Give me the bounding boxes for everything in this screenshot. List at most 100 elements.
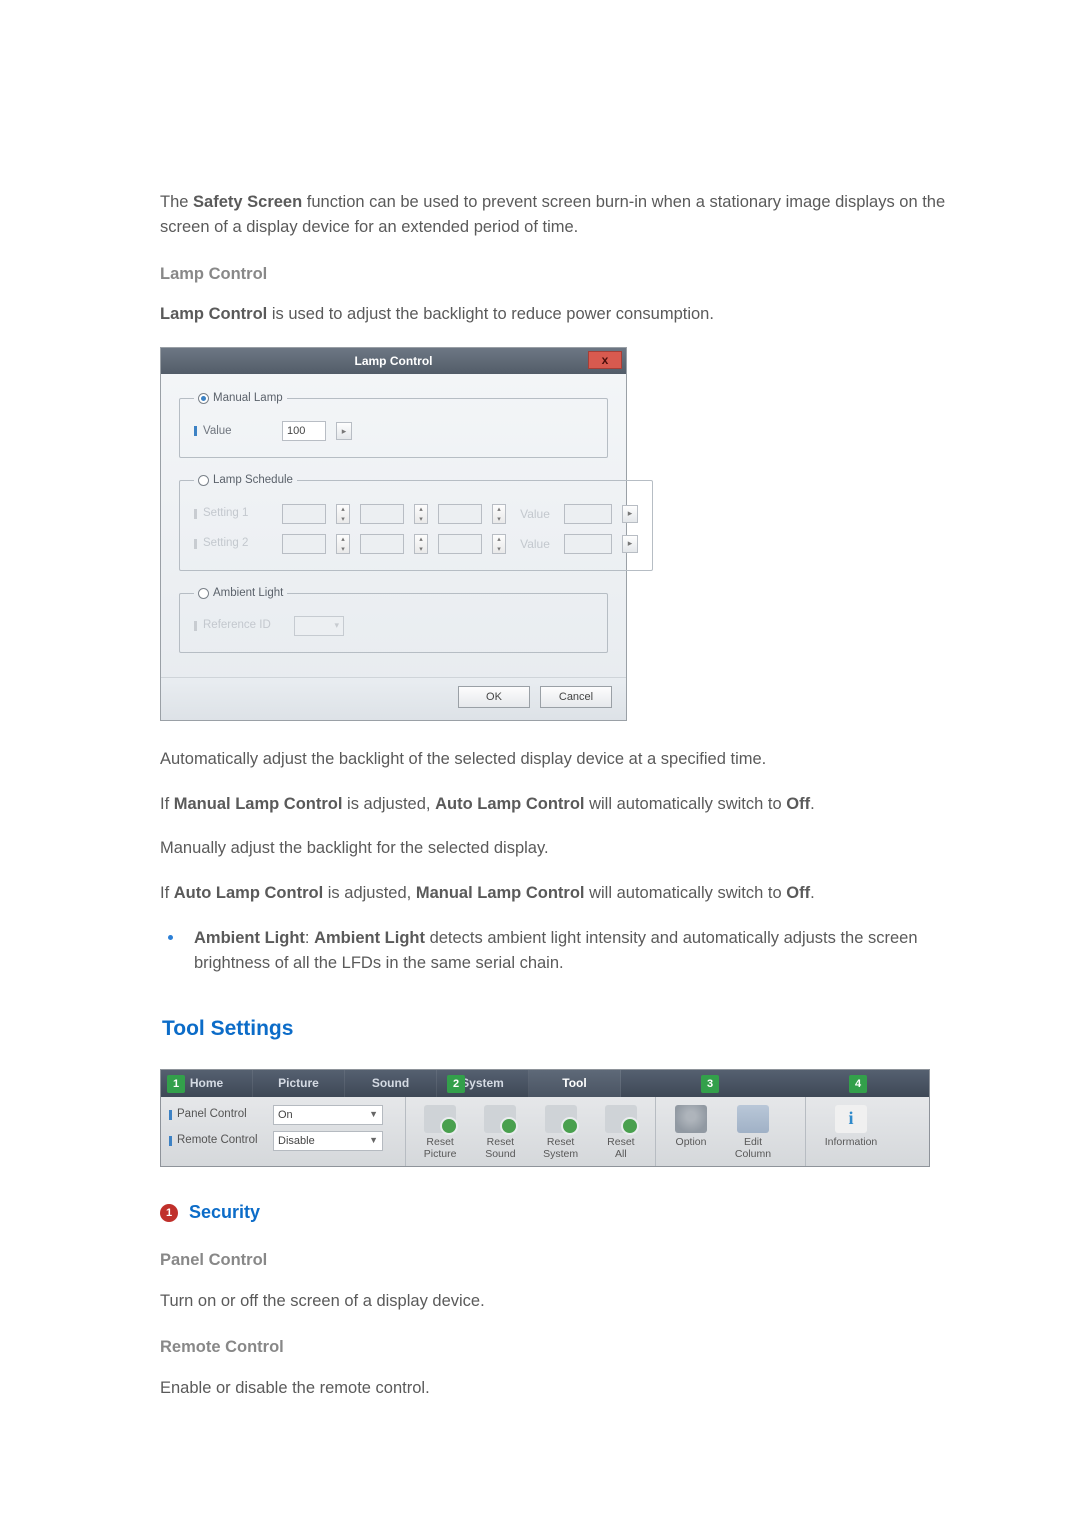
spinner: ▴▾ [492,534,506,554]
safety-screen-paragraph: The Safety Screen function can be used t… [160,190,972,240]
dialog-title: Lamp Control [355,352,433,370]
panel-control-heading: Panel Control [160,1248,972,1273]
hour-input [282,534,326,554]
chevron-down-icon: ▼ [369,1134,378,1148]
lamp-control-heading: Lamp Control [160,262,972,287]
spinner: ▴▾ [492,504,506,524]
text: The [160,193,193,211]
radio-icon[interactable] [198,393,209,404]
text: All [615,1148,627,1160]
safety-screen-term: Safety Screen [193,193,302,211]
text: Reset [426,1136,453,1148]
text: If [160,884,174,902]
tab-tool[interactable]: Tool [529,1070,621,1097]
text: Reset [487,1136,514,1148]
ribbon-info-section: i Information [806,1097,929,1166]
manual-adjust-paragraph: Manually adjust the backlight for the se… [160,836,972,861]
chevron-down-icon: ▼ [369,1108,378,1122]
slider-handle: ▸ [622,505,638,523]
value-label: Value [516,505,554,523]
info-icon: i [835,1105,867,1133]
value-input[interactable]: 100 [282,421,326,441]
text: Picture [424,1148,457,1160]
slider-handle: ▸ [622,535,638,553]
auto-switch-paragraph: If Auto Lamp Control is adjusted, Manual… [160,881,972,906]
tool-settings-heading: Tool Settings [162,1013,972,1045]
lamp-schedule-legend[interactable]: Lamp Schedule [194,472,297,489]
text: If [160,795,174,813]
cancel-button[interactable]: Cancel [540,686,612,708]
ambient-light-group: Ambient Light Reference ID ▾ [179,585,608,653]
spinner: ▴▾ [414,504,428,524]
reference-id-label: Reference ID [194,617,284,634]
value-input [564,534,612,554]
ribbon-option-section: Option EditColumn [656,1097,806,1166]
text: Sound [485,1148,515,1160]
ampm-input [438,504,482,524]
ok-button[interactable]: OK [458,686,530,708]
text: Information [825,1136,878,1148]
callout-badge-2: 2 [447,1075,465,1093]
text: System [543,1148,578,1160]
value-label: Value [516,535,554,553]
panel-control-dropdown[interactable]: On ▼ [273,1105,383,1125]
manual-lamp-legend[interactable]: Manual Lamp [194,390,287,407]
close-button[interactable]: x [588,351,622,369]
spinner: ▴▾ [414,534,428,554]
lamp-control-desc: Lamp Control is used to adjust the backl… [160,302,972,327]
setting1-label: Setting 1 [194,505,272,522]
term: Ambient Light [194,929,305,947]
panel-control-desc: Turn on or off the screen of a display d… [160,1289,972,1314]
legend-text: Lamp Schedule [213,472,293,489]
manual-switch-paragraph: If Manual Lamp Control is adjusted, Auto… [160,792,972,817]
ribbon-security-section: Panel Control On ▼ Remote Control Disabl… [161,1097,406,1166]
tool-settings-ribbon: Home Picture Sound System Tool 1 2 3 4 P… [160,1069,930,1167]
slider-handle[interactable]: ▸ [336,422,352,440]
lamp-control-dialog: Lamp Control x Manual Lamp Value 100 ▸ L… [160,347,627,721]
information-button[interactable]: i Information [814,1105,888,1160]
lamp-control-term: Lamp Control [160,305,267,323]
reset-sound-icon [484,1105,516,1133]
min-input [360,534,404,554]
hour-input [282,504,326,524]
security-heading: 1 Security [160,1199,972,1226]
term: Auto Lamp Control [174,884,323,902]
lamp-schedule-group: Lamp Schedule Setting 1 ▴▾ ▴▾ ▴▾ Value ▸… [179,472,653,570]
reset-system-button[interactable]: ResetSystem [535,1105,587,1160]
term: Manual Lamp Control [174,795,343,813]
edit-column-icon [737,1105,769,1133]
reset-all-button[interactable]: ResetAll [595,1105,647,1160]
value-label: Value [194,423,272,440]
callout-badge-3: 3 [701,1075,719,1093]
list-item: Ambient Light: Ambient Light detects amb… [186,926,972,976]
reset-picture-button[interactable]: ResetPicture [414,1105,466,1160]
text: Edit [744,1136,762,1148]
term: Auto Lamp Control [435,795,584,813]
reset-all-icon [605,1105,637,1133]
tab-picture[interactable]: Picture [253,1070,345,1097]
reset-sound-button[interactable]: ResetSound [474,1105,526,1160]
option-button[interactable]: Option [664,1105,718,1160]
edit-column-button[interactable]: EditColumn [726,1105,780,1160]
value-input [564,504,612,524]
term: Ambient Light [314,929,425,947]
text: Reset [547,1136,574,1148]
radio-icon[interactable] [198,475,209,486]
radio-icon[interactable] [198,588,209,599]
reference-id-dropdown: ▾ [294,616,344,636]
dropdown-value: Disable [278,1133,315,1150]
ribbon-reset-section: ResetPicture ResetSound ResetSystem Rese… [406,1097,656,1166]
dialog-button-row: OK Cancel [161,677,626,720]
legend-text: Ambient Light [213,585,283,602]
text: will automatically switch to [589,884,786,902]
remote-control-label: Remote Control [169,1132,273,1149]
remote-control-dropdown[interactable]: Disable ▼ [273,1131,383,1151]
spinner: ▴▾ [336,504,350,524]
ambient-light-legend[interactable]: Ambient Light [194,585,287,602]
callout-badge: 1 [160,1204,178,1222]
remote-control-heading: Remote Control [160,1335,972,1360]
term: Off [786,884,810,902]
ampm-input [438,534,482,554]
tab-sound[interactable]: Sound [345,1070,437,1097]
security-title-text: Security [189,1202,260,1222]
